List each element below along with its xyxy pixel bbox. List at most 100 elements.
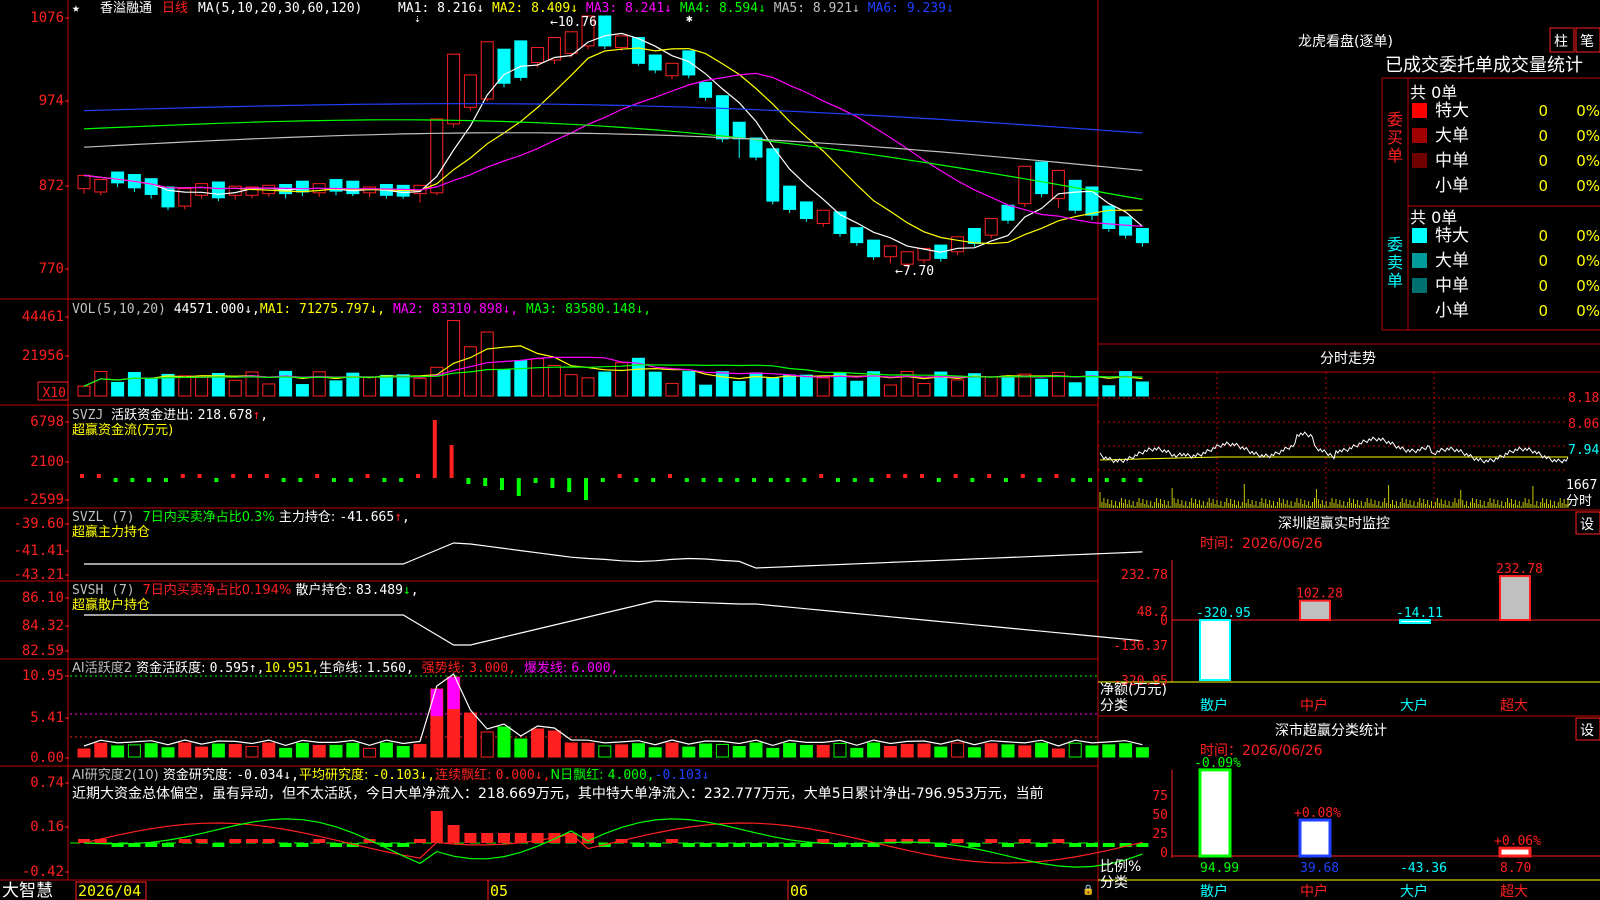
activity-bar <box>1051 748 1065 758</box>
activity-bar <box>329 744 343 758</box>
activity-bar <box>682 746 696 758</box>
svzj-bar <box>332 478 336 482</box>
volume-bar <box>312 371 326 397</box>
svsh-desc: 7日内买卖净占比0.194% <box>142 582 295 598</box>
activity-bar <box>581 742 595 758</box>
svzj-bar <box>1004 478 1008 482</box>
order-row-label: 大单 <box>1435 126 1469 146</box>
svzl-value: -41.665 <box>339 510 394 525</box>
legend-swatch <box>1412 128 1427 143</box>
activity-bar <box>783 742 797 758</box>
svzj-bar <box>130 478 135 482</box>
bar-view-label[interactable]: 柱 <box>1554 34 1568 50</box>
sell-side-char: 单 <box>1387 271 1403 290</box>
candle-body <box>850 227 864 244</box>
svsh-name: SVSH <box>72 583 111 598</box>
candle-body <box>111 171 125 184</box>
net-axis-label: 232.78 <box>1121 568 1168 583</box>
ai1-strong-label: 强势线: <box>422 660 470 676</box>
svzl-param: (7) <box>111 510 142 525</box>
price-header: ★ 香溢融通 日线 MA(5,10,20,30,60,120) MA1: 8.2… <box>72 1 954 16</box>
activity-bar <box>531 728 545 758</box>
activity-bar <box>867 742 881 758</box>
svzj-bar <box>651 478 656 482</box>
net-unit-label: 净额(万元) <box>1100 682 1167 698</box>
candle-body <box>1068 179 1082 211</box>
ratio-category-label: 超大 <box>1500 884 1528 900</box>
axis-label: -41.41 <box>13 543 64 559</box>
activity-bar <box>312 744 326 758</box>
research-bar <box>783 843 796 847</box>
ai1-strong: 3.000, <box>469 661 524 676</box>
date-label: 2026/04 <box>78 882 141 900</box>
ratio-axis-label: 0 <box>1160 846 1168 861</box>
lock-icon[interactable]: 🔒 <box>1082 884 1094 896</box>
svzl-subtitle: 超赢主力持仓 <box>72 524 150 540</box>
svzj-bar <box>886 474 891 478</box>
research-bar <box>1102 843 1115 847</box>
axis-label: -0.42 <box>22 864 64 880</box>
volume-bar <box>682 370 696 397</box>
stat-title: 已成交委托单成交量统计 <box>1385 55 1583 76</box>
class-settings-label[interactable]: 设 <box>1580 723 1594 739</box>
buy-total: 共 0单 <box>1410 83 1457 102</box>
buy-side-char: 委 <box>1387 110 1403 129</box>
svsh-title: SVSH (7) 7日内买卖净占比0.194% 散户持仓: 83.489↓, <box>72 582 419 598</box>
research-bar <box>750 843 762 847</box>
volume-bar <box>295 384 309 397</box>
candle-body <box>447 53 461 125</box>
activity-bar <box>144 743 158 758</box>
fs-vol-unit: 分时 <box>1566 494 1592 509</box>
ai1-title: AI活跃度2 资金活跃度: 0.595↑,10.951,生命线: 1.560, … <box>72 660 618 676</box>
order-row-label: 特大 <box>1435 226 1469 246</box>
research-bar <box>464 833 477 843</box>
net-bar-label: -14.11 <box>1396 606 1443 621</box>
buy-side-char: 单 <box>1387 146 1403 165</box>
ai2-nred: 4.000, <box>608 768 655 783</box>
ma3-line <box>83 72 1143 227</box>
candle-body <box>1018 165 1032 205</box>
candle-body <box>1001 204 1015 221</box>
candle-body <box>615 35 629 49</box>
axis-label: 974 <box>39 93 64 109</box>
activity-bar <box>497 726 511 758</box>
svzj-bar <box>264 474 269 478</box>
volume-bar <box>363 377 377 397</box>
svzj-value: 218.678 <box>198 408 253 423</box>
axis-label: 86.10 <box>22 590 64 606</box>
research-bar <box>699 843 712 847</box>
svzj-bar <box>432 420 437 478</box>
candle-body <box>715 95 729 140</box>
activity-bar <box>816 744 830 758</box>
svzj-bar <box>970 478 975 482</box>
volume-bar <box>816 377 830 397</box>
volume-bar <box>766 377 780 397</box>
legend-swatch <box>1412 103 1427 118</box>
price-panel: ←10.76 ←7.70 ⇣ ✱ <box>77 12 1149 279</box>
volume-bar <box>615 362 629 397</box>
svzj-bar <box>584 478 588 500</box>
tick-view-label[interactable]: 笔 <box>1580 34 1594 50</box>
activity-bar <box>94 742 108 758</box>
intraday-chart: 8.18 8.06 7.94 1667分时 <box>1099 391 1599 509</box>
favorite-star-icon[interactable]: ★ <box>72 1 80 16</box>
candle-body <box>195 183 209 196</box>
monitor-settings-label[interactable]: 设 <box>1580 517 1594 533</box>
candle-body <box>295 180 309 193</box>
axis-label: 84.32 <box>22 618 64 634</box>
ai2-label: 资金研究度: <box>163 767 237 783</box>
svzj-bar <box>1088 478 1092 482</box>
right-panel: 龙虎看盘(逐单) 柱 笔 已成交委托单成交量统计 共 0单 共 0单 委买单 委… <box>1098 27 1600 900</box>
vol-ma-label-2: MA2: <box>393 302 432 317</box>
ratio-category-label: 大户 <box>1400 883 1428 900</box>
ma-arrow-2: ↓ <box>570 1 586 16</box>
ma-value-5: 8.921 <box>813 1 852 16</box>
order-row-pct: 0% <box>1576 152 1600 170</box>
order-row-label: 大单 <box>1435 251 1469 271</box>
candle-body <box>799 201 813 220</box>
svzj-bar <box>449 445 454 478</box>
ai-research-panel <box>70 811 1149 868</box>
legend-swatch <box>1412 153 1427 168</box>
net-axis-label: -136.37 <box>1113 639 1168 654</box>
period-label[interactable]: 日线 <box>162 1 188 16</box>
